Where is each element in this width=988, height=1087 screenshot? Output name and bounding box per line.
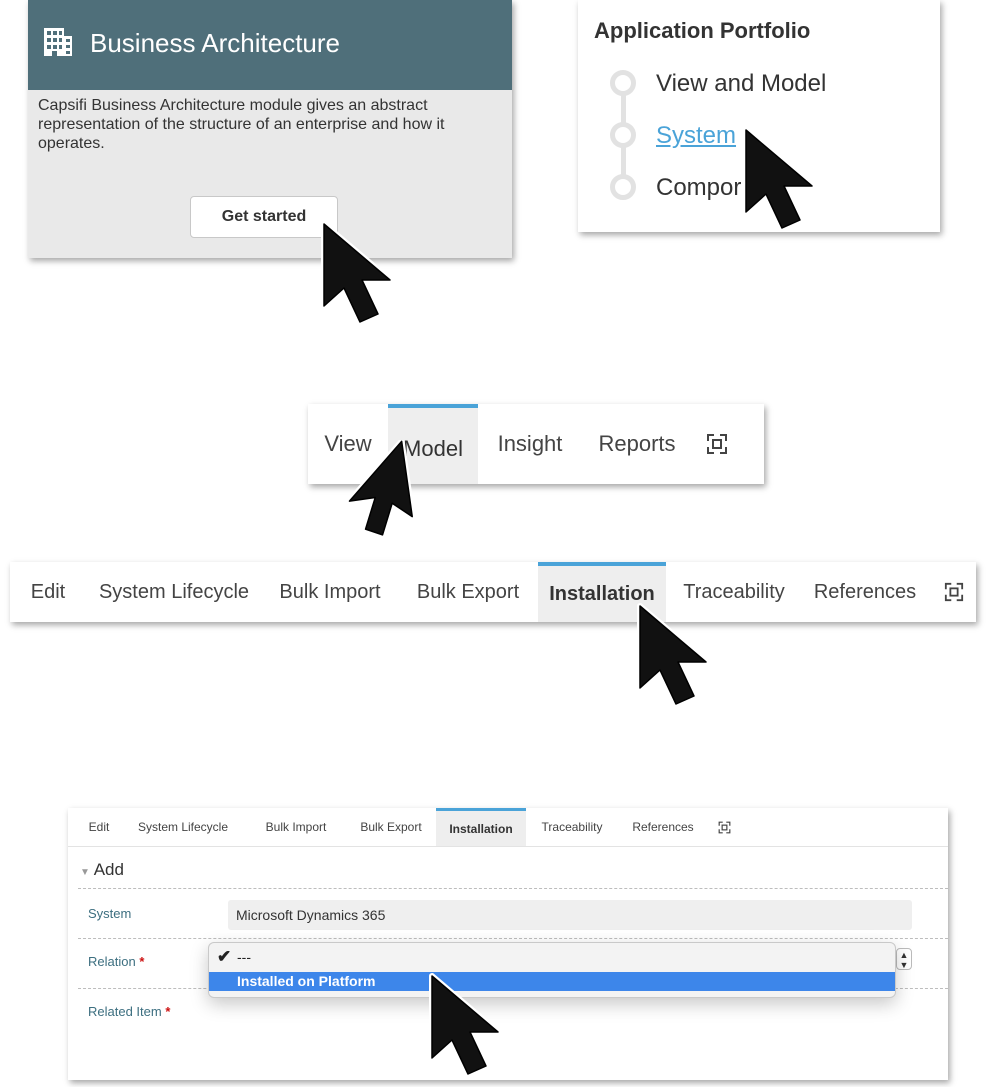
system-label: System (88, 906, 132, 921)
expand-icon[interactable] (694, 404, 740, 484)
related-item-label-text: Related Item (88, 1004, 162, 1019)
tab-edit[interactable]: Edit (10, 562, 86, 622)
required-mark: * (165, 1004, 171, 1019)
timeline-node-icon (610, 174, 636, 200)
tab-references[interactable]: References (802, 562, 928, 622)
timeline-node-icon (610, 70, 636, 96)
tab-bulk-import[interactable]: Bulk Import (248, 808, 344, 846)
required-mark: * (139, 954, 145, 969)
business-architecture-title: Business Architecture (90, 28, 341, 58)
cursor-icon (346, 440, 416, 538)
application-portfolio-title: Application Portfolio (594, 18, 811, 43)
dropdown-option-installed-on-platform[interactable]: Installed on Platform (209, 972, 895, 991)
add-section-toggle[interactable]: ▼ Add (80, 860, 124, 880)
select-arrows-icon[interactable]: ▲ ▼ (896, 948, 912, 970)
business-architecture-description: Capsifi Business Architecture module giv… (38, 97, 445, 152)
tab-references[interactable]: References (620, 808, 706, 846)
cursor-icon (321, 221, 393, 325)
option-label: --- (237, 949, 251, 965)
business-architecture-card: Business Architecture Capsifi Business A… (28, 0, 512, 258)
tab-installation[interactable]: Installation (436, 808, 526, 846)
cursor-icon (743, 127, 815, 231)
portfolio-item-components[interactable]: Compor (656, 174, 741, 202)
system-field[interactable]: Microsoft Dynamics 365 (228, 900, 912, 930)
portfolio-item-view-and-model[interactable]: View and Model (656, 70, 826, 98)
tab-insight[interactable]: Insight (478, 404, 582, 484)
expand-icon[interactable] (712, 808, 736, 846)
tab-edit[interactable]: Edit (80, 808, 118, 846)
portfolio-item-system-link[interactable]: System (656, 122, 736, 150)
dropdown-option-blank[interactable]: ✔ --- (209, 947, 895, 969)
tab-system-lifecycle[interactable]: System Lifecycle (86, 562, 262, 622)
building-icon (44, 28, 72, 56)
relation-dropdown[interactable]: ✔ --- Installed on Platform (208, 942, 896, 998)
tab-bulk-export[interactable]: Bulk Export (346, 808, 436, 846)
tab-reports[interactable]: Reports (582, 404, 692, 484)
tab-system-lifecycle[interactable]: System Lifecycle (120, 808, 246, 846)
relation-label-text: Relation (88, 954, 136, 969)
tab-bulk-export[interactable]: Bulk Export (398, 562, 538, 622)
divider (78, 888, 948, 889)
add-section-title: Add (93, 860, 124, 879)
form-tab-bar: Edit System Lifecycle Bulk Import Bulk E… (68, 808, 948, 847)
divider (78, 938, 948, 939)
checkmark-icon: ✔ (217, 947, 232, 966)
option-label: Installed on Platform (237, 973, 376, 989)
cursor-icon (637, 603, 709, 707)
tab-traceability[interactable]: Traceability (528, 808, 616, 846)
system-tab-bar: Edit System Lifecycle Bulk Import Bulk E… (10, 562, 976, 622)
related-item-label: Related Item * (88, 1004, 170, 1019)
expand-icon[interactable] (934, 562, 974, 622)
relation-label: Relation * (88, 954, 144, 969)
tab-bulk-import[interactable]: Bulk Import (262, 562, 398, 622)
business-architecture-header: Business Architecture (28, 0, 512, 90)
timeline-node-icon (610, 122, 636, 148)
caret-down-icon: ▼ (80, 867, 90, 878)
cursor-icon (429, 973, 501, 1077)
